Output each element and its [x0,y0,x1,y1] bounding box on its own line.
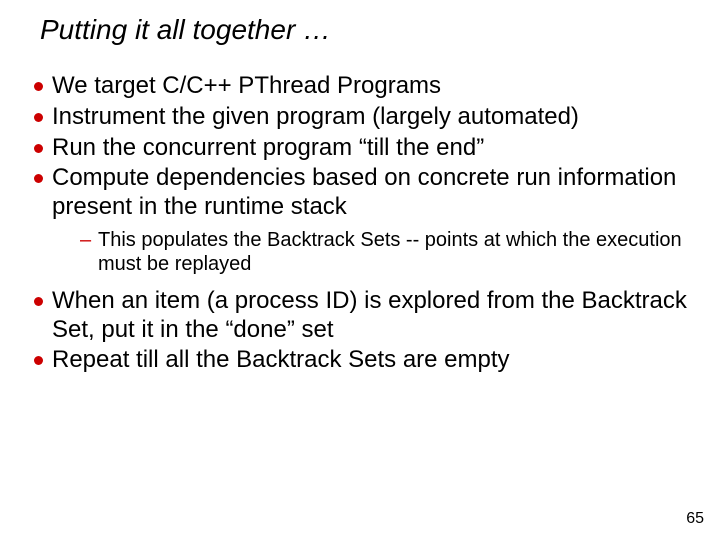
bullet-item: Instrument the given program (largely au… [30,103,700,132]
slide-content: We target C/C++ PThread Programs Instrum… [30,72,700,377]
bullet-text: We target C/C++ PThread Programs [52,72,441,99]
sub-bullet-item: This populates the Backtrack Sets -- poi… [80,228,700,277]
bullet-text: Repeat till all the Backtrack Sets are e… [52,346,510,373]
bullet-text: When an item (a process ID) is explored … [52,287,687,343]
bullet-item: Repeat till all the Backtrack Sets are e… [30,346,700,375]
sub-bullet-text: This populates the Backtrack Sets -- poi… [98,229,682,275]
bullet-text: Instrument the given program (largely au… [52,103,579,130]
slide: Putting it all together … We target C/C+… [0,0,720,540]
bullet-item: When an item (a process ID) is explored … [30,287,700,345]
bullet-text: Run the concurrent program “till the end… [52,134,484,161]
bullet-item: Run the concurrent program “till the end… [30,134,700,163]
bullet-item: We target C/C++ PThread Programs [30,72,700,101]
sub-bullet-list: This populates the Backtrack Sets -- poi… [52,228,700,277]
bullet-list: We target C/C++ PThread Programs Instrum… [30,72,700,375]
slide-title: Putting it all together … [40,14,331,46]
page-number: 65 [686,510,704,528]
bullet-item: Compute dependencies based on concrete r… [30,164,700,276]
bullet-text: Compute dependencies based on concrete r… [52,164,676,220]
